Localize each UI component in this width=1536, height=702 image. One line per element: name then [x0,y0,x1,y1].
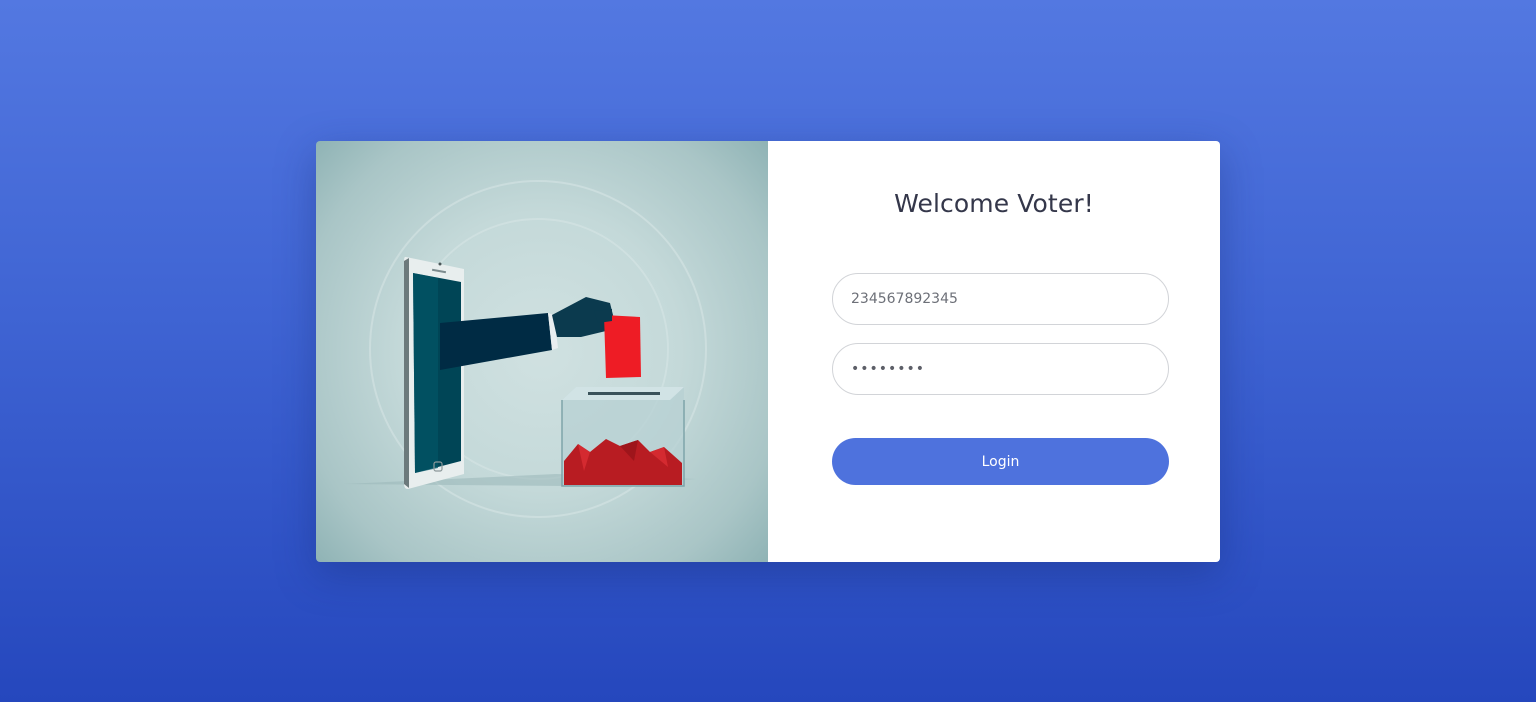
voter-id-input[interactable] [832,273,1169,325]
mobile-voting-illustration-icon [316,141,768,562]
password-input[interactable] [832,343,1169,395]
login-form: Welcome Voter! Login [768,141,1220,562]
login-button[interactable]: Login [832,438,1169,485]
welcome-title: Welcome Voter! [894,189,1094,218]
login-card: Welcome Voter! Login [316,141,1220,562]
